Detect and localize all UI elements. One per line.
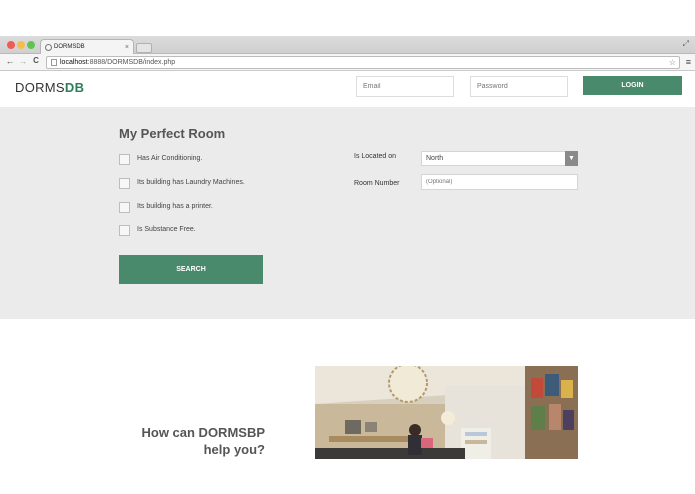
printer-label: Its building has a printer. [137, 203, 213, 210]
back-icon[interactable]: ← [5, 56, 15, 66]
new-tab-button[interactable] [136, 43, 152, 53]
room-number-input[interactable] [421, 174, 578, 190]
favicon-icon [45, 44, 52, 51]
site-logo[interactable]: DORMSDB [15, 80, 84, 95]
dorm-room-illustration [315, 366, 578, 459]
window-minimize-button[interactable] [17, 41, 25, 49]
site-header: DORMSDB LOGIN [0, 71, 695, 107]
dorm-room-photo [315, 366, 578, 459]
fullscreen-icon[interactable]: ⤢ [683, 39, 689, 49]
search-button[interactable]: SEARCH [119, 255, 263, 284]
location-value: North [426, 155, 444, 162]
tab-close-icon[interactable]: × [125, 40, 129, 55]
address-bar[interactable]: localhost:8888/DORMSDB/index.php ☆ [46, 56, 680, 69]
substance-free-label: Is Substance Free. [137, 226, 196, 233]
window-zoom-button[interactable] [27, 41, 35, 49]
logo-text-bold: DB [64, 80, 85, 95]
bookmark-star-icon[interactable]: ☆ [669, 57, 676, 68]
browser-window: DORMSDB × ⤢ ← → C localhost:8888/DORMSDB… [0, 36, 695, 459]
url-host: localhost [60, 59, 88, 66]
air-conditioning-checkbox[interactable] [119, 154, 130, 165]
help-heading-line2: help you? [203, 442, 265, 457]
url-path: :8888/DORMSDB/index.php [87, 59, 176, 66]
browser-toolbar: ← → C localhost:8888/DORMSDB/index.php ☆… [0, 54, 695, 71]
forward-icon[interactable]: → [18, 56, 28, 66]
reload-icon[interactable]: C [31, 56, 41, 65]
laundry-checkbox[interactable] [119, 178, 130, 189]
printer-checkbox[interactable] [119, 202, 130, 213]
location-label: Is Located on [354, 153, 397, 160]
room-search-panel: My Perfect Room Has Air Conditioning. It… [0, 107, 695, 319]
room-number-label: Room Number [354, 180, 400, 187]
browser-tab[interactable]: DORMSDB × [40, 39, 134, 55]
laundry-label: Its building has Laundry Machines. [137, 179, 245, 186]
window-close-button[interactable] [7, 41, 15, 49]
email-input[interactable] [356, 76, 454, 97]
help-heading: How can DORMSBP help you? [120, 424, 265, 458]
page-icon [51, 59, 57, 66]
password-input[interactable] [470, 76, 568, 97]
login-button[interactable]: LOGIN [583, 76, 682, 95]
air-conditioning-label: Has Air Conditioning. [137, 155, 203, 162]
browser-tab-bar: DORMSDB × ⤢ [0, 36, 695, 55]
browser-menu-icon[interactable]: ≡ [686, 57, 691, 67]
chevron-down-icon[interactable]: ▼ [565, 151, 578, 166]
substance-free-checkbox[interactable] [119, 225, 130, 236]
help-heading-line1: How can DORMSBP [141, 425, 265, 440]
search-title: My Perfect Room [119, 126, 226, 141]
logo-text-light: DORMS [15, 80, 65, 95]
tab-title: DORMSDB [54, 44, 85, 50]
location-select[interactable]: North ▼ [421, 151, 578, 166]
